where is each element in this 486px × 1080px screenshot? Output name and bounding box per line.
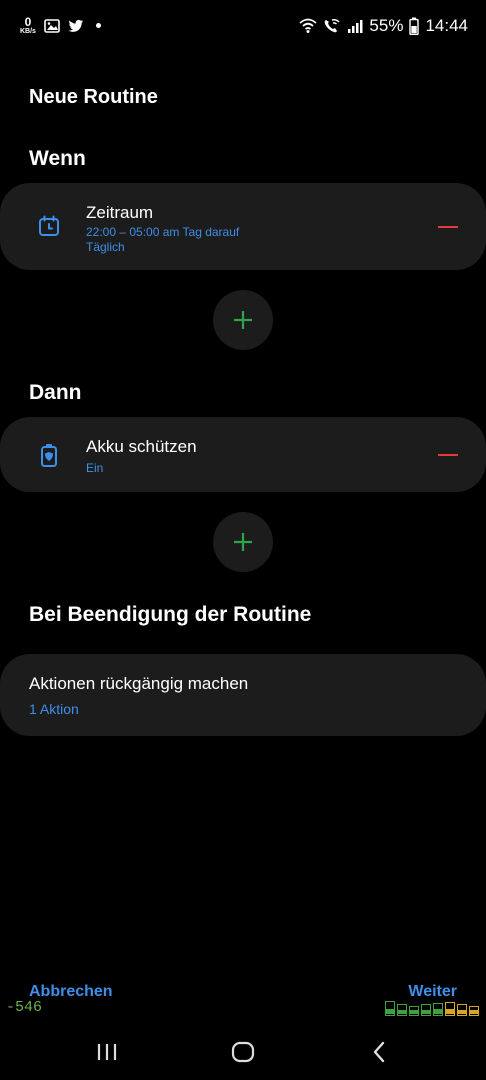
remove-condition-button[interactable] [438,226,458,228]
page-title: Neue Routine [29,86,158,108]
wifi-calling-icon [325,19,340,33]
end-actions-title: Aktionen rückgängig machen [29,674,249,693]
more-notifications-dot [95,23,101,28]
add-action-button[interactable] [213,512,273,572]
battery-protect-icon [41,444,57,467]
recent-apps-icon [97,1044,117,1060]
action-title: Akku schützen [86,437,197,456]
overlay-bar [421,1004,431,1016]
net-speed-unit: KB/s [20,28,36,35]
end-actions-card[interactable]: Aktionen rückgängig machen 1 Aktion [0,654,486,736]
home-button[interactable] [229,1038,257,1066]
overlay-bars [385,1001,479,1016]
overlay-bar [445,1002,455,1016]
action-card[interactable]: Akku schützen Ein [0,417,486,492]
condition-time-range: 22:00 – 05:00 am Tag darauf [86,225,240,239]
next-button[interactable]: Weiter [408,983,457,1001]
recent-apps-button[interactable] [93,1038,121,1066]
plus-icon [234,311,252,329]
overlay-bar [457,1004,467,1016]
condition-repeat: Täglich [86,240,125,254]
action-state: Ein [86,461,104,475]
overlay-bar [385,1001,395,1016]
home-icon [231,1041,255,1063]
calendar-clock-icon [39,215,59,236]
overlay-bar [469,1006,479,1016]
twitter-icon [68,19,83,32]
if-section-heading: Wenn [29,147,86,170]
wifi-icon [299,18,318,33]
net-speed-value: 0 [24,15,32,29]
remove-action-button[interactable] [438,454,458,456]
add-condition-button[interactable] [213,290,273,350]
signal-icon [348,20,363,33]
back-chevron-icon [373,1041,385,1063]
battery-percent: 55% [369,16,404,35]
end-section-heading: Bei Beendigung der Routine [29,603,312,626]
plus-icon [234,533,252,551]
condition-title: Zeitraum [86,203,154,222]
overlay-bar [397,1004,407,1016]
navigation-bar [0,1030,486,1074]
overlay-bar [409,1006,419,1016]
clock: 14:44 [425,16,468,35]
condition-card[interactable]: Zeitraum 22:00 – 05:00 am Tag darauf Täg… [0,183,486,270]
net-speed-indicator: 0 KB/s [20,16,36,35]
battery-icon [409,17,420,35]
gallery-icon [44,18,60,33]
status-bar: 0 KB/s 55% 14:44 [0,0,486,54]
back-button[interactable] [365,1038,393,1066]
overlay-bar [433,1003,443,1016]
end-actions-count: 1 Aktion [29,701,79,717]
overlay-value: -546 [6,999,43,1016]
then-section-heading: Dann [29,381,82,404]
